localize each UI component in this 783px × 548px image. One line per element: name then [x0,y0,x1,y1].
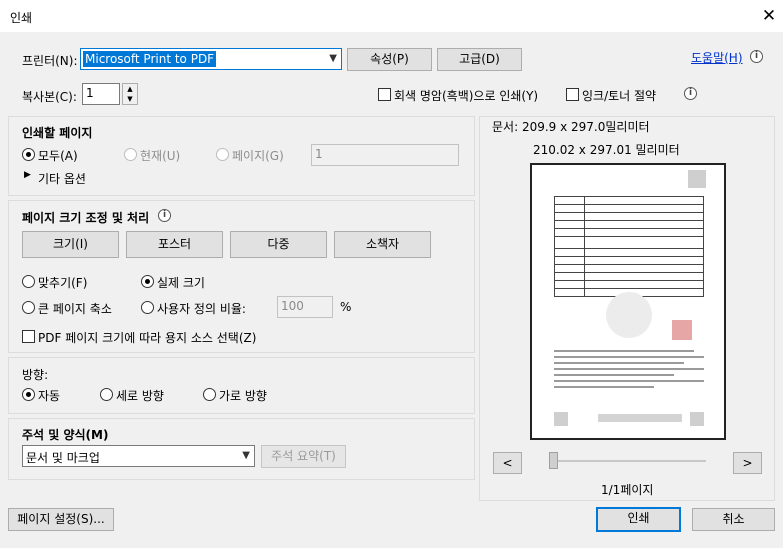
page-range-input[interactable]: 1 [311,144,459,166]
all-pages-label: 모두(A) [38,149,78,163]
pages-to-print-title: 인쇄할 페이지 [22,126,93,140]
actual-size-radio[interactable] [141,275,154,288]
auto-orientation-label: 자동 [38,389,61,403]
page-slider-thumb[interactable] [549,452,558,469]
barcode-icon [598,414,682,422]
chevron-down-icon: ▼ [242,450,250,461]
properties-button[interactable]: 속성(P) [347,48,432,71]
summarize-comments-button[interactable]: 주석 요약(T) [261,445,346,468]
chevron-up-icon[interactable]: ▲ [123,84,137,94]
ink-save-info-icon[interactable]: i [684,87,697,100]
printer-label: 프린터(N): [22,54,78,68]
current-page-radio[interactable] [124,148,137,161]
ink-save-label: 잉크/토너 절약 [582,89,657,103]
grayscale-checkbox[interactable] [378,88,391,101]
ink-save-checkbox[interactable] [566,88,579,101]
portrait-radio[interactable] [100,388,113,401]
next-page-button[interactable]: > [733,452,762,474]
page-indicator: 1/1페이지 [601,483,654,497]
paper-size-label: 210.02 x 297.01 밀리미터 [533,143,680,157]
copies-input[interactable]: 1 [82,83,120,105]
preview-document-image [548,168,710,434]
qr-code-icon [554,412,568,426]
copies-stepper[interactable]: ▲ ▼ [122,83,138,105]
comments-title: 주석 및 양식(M) [22,428,109,442]
close-icon[interactable]: ✕ [758,5,780,27]
expand-triangle-icon[interactable]: ▶ [24,170,31,180]
qr-code-icon [688,170,706,188]
pdf-source-checkbox[interactable] [22,330,35,343]
page-range-label: 페이지(G) [232,149,284,163]
poster-tab-button[interactable]: 포스터 [126,231,223,258]
page-setup-button[interactable]: 페이지 설정(S)... [8,508,114,531]
size-tab-button[interactable]: 크기(I) [22,231,119,258]
seal-stamp-icon [672,320,692,340]
orientation-group [8,357,475,414]
more-options-label[interactable]: 기타 옵션 [38,170,86,187]
chevron-down-icon[interactable]: ▼ [123,94,137,104]
percent-sign: % [340,300,352,314]
chevron-down-icon: ▼ [329,53,337,64]
title-bar [0,0,783,32]
fit-label: 맞추기(F) [38,276,88,290]
comments-select[interactable]: 문서 및 마크업 ▼ [22,445,255,467]
shrink-label: 큰 페이지 축소 [38,302,112,316]
landscape-label: 가로 방향 [219,389,267,403]
cancel-button[interactable]: 취소 [692,508,775,531]
advanced-button[interactable]: 고급(D) [437,48,522,71]
fit-radio[interactable] [22,275,35,288]
all-pages-radio[interactable] [22,148,35,161]
window-title: 인쇄 [10,11,33,25]
print-button[interactable]: 인쇄 [596,507,681,532]
shrink-radio[interactable] [22,301,35,314]
actual-size-label: 실제 크기 [157,276,205,290]
orientation-title: 방향: [22,368,49,382]
custom-scale-radio[interactable] [141,301,154,314]
help-link[interactable]: 도움말(H) [691,49,743,66]
portrait-label: 세로 방향 [116,389,164,403]
page-range-radio[interactable] [216,148,229,161]
booklet-tab-button[interactable]: 소책자 [334,231,431,258]
custom-scale-input[interactable]: 100 [277,296,333,318]
page-slider-track[interactable] [552,460,706,462]
comments-value: 문서 및 마크업 [26,451,100,465]
pdf-source-label: PDF 페이지 크기에 따라 용지 소스 선택(Z) [38,331,257,345]
auto-orientation-radio[interactable] [22,388,35,401]
printer-select[interactable]: Microsoft Print to PDF ▼ [80,48,342,70]
qr-code-icon [690,412,704,426]
current-page-label: 현재(U) [140,149,181,163]
custom-scale-label: 사용자 정의 비율: [157,302,246,316]
prev-page-button[interactable]: < [493,452,522,474]
copies-label: 복사본(C): [22,90,77,104]
document-size-label: 문서: 209.9 x 297.0밀리미터 [492,120,650,134]
help-info-icon[interactable]: i [750,50,763,63]
landscape-radio[interactable] [203,388,216,401]
grayscale-label: 회색 명암(흑백)으로 인쇄(Y) [394,89,539,103]
printer-value: Microsoft Print to PDF [83,51,217,67]
page-sizing-title: 페이지 크기 조정 및 처리 [22,211,150,225]
page-sizing-info-icon[interactable]: i [158,209,171,222]
multiple-tab-button[interactable]: 다중 [230,231,327,258]
